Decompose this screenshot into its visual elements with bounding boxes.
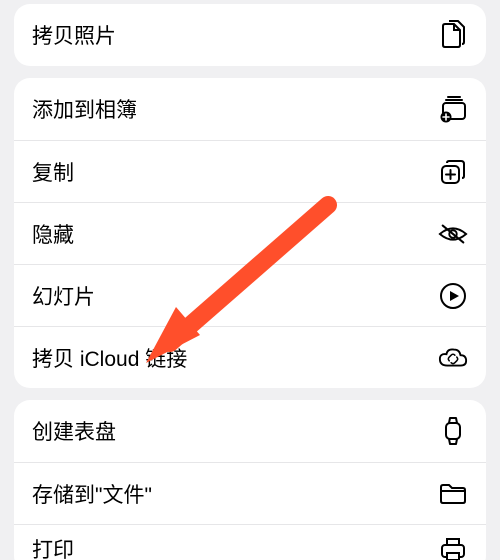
menu-item-label: 拷贝 iCloud 链接 [32,343,187,373]
save-to-files-row[interactable]: 存储到"文件" [14,462,486,524]
create-watch-face-row[interactable]: 创建表盘 [14,400,486,462]
folder-icon [438,479,468,509]
watch-icon [438,416,468,446]
add-to-album-row[interactable]: 添加到相簿 [14,78,486,140]
menu-group: 拷贝照片 [14,4,486,66]
menu-item-label: 添加到相簿 [32,94,137,124]
menu-item-label: 幻灯片 [32,281,95,311]
icloud-link-icon [438,343,468,373]
printer-icon [438,534,468,560]
add-album-icon [438,94,468,124]
eye-slash-icon [438,219,468,249]
duplicate-icon [438,157,468,187]
menu-item-label: 创建表盘 [32,416,116,446]
menu-item-label: 隐藏 [32,219,74,249]
menu-item-label: 复制 [32,157,74,187]
copy-photo-row[interactable]: 拷贝照片 [14,4,486,66]
play-circle-icon [438,281,468,311]
copy-doc-icon [438,20,468,50]
menu-item-label: 存储到"文件" [32,479,152,509]
slideshow-row[interactable]: 幻灯片 [14,264,486,326]
copy-icloud-link-row[interactable]: 拷贝 iCloud 链接 [14,326,486,388]
menu-item-label: 拷贝照片 [32,20,116,50]
hide-row[interactable]: 隐藏 [14,202,486,264]
duplicate-row[interactable]: 复制 [14,140,486,202]
menu-group: 创建表盘 存储到"文件" 打印 [14,400,486,560]
menu-item-label: 打印 [32,534,74,560]
menu-group: 添加到相簿 复制 隐藏 [14,78,486,388]
print-row[interactable]: 打印 [14,524,486,560]
